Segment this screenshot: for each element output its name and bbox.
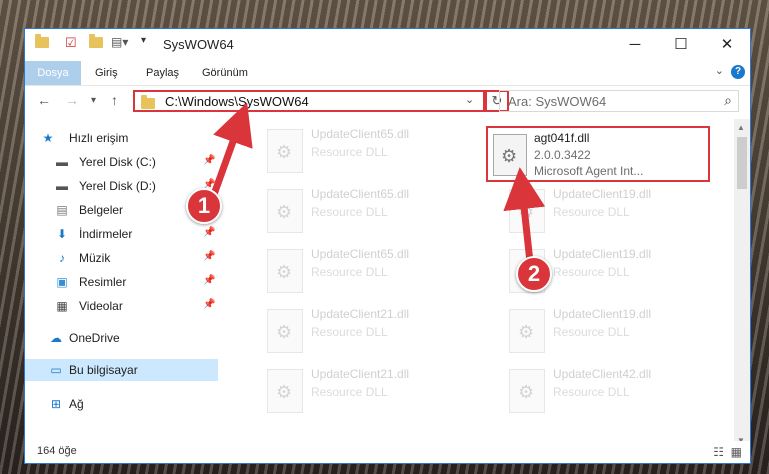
step-badge-1: 1 [186, 188, 222, 224]
arrow-1 [208, 102, 253, 202]
arrow-2 [503, 167, 546, 263]
annotation-arrows [208, 102, 546, 263]
step-badge-2: 2 [516, 256, 552, 292]
